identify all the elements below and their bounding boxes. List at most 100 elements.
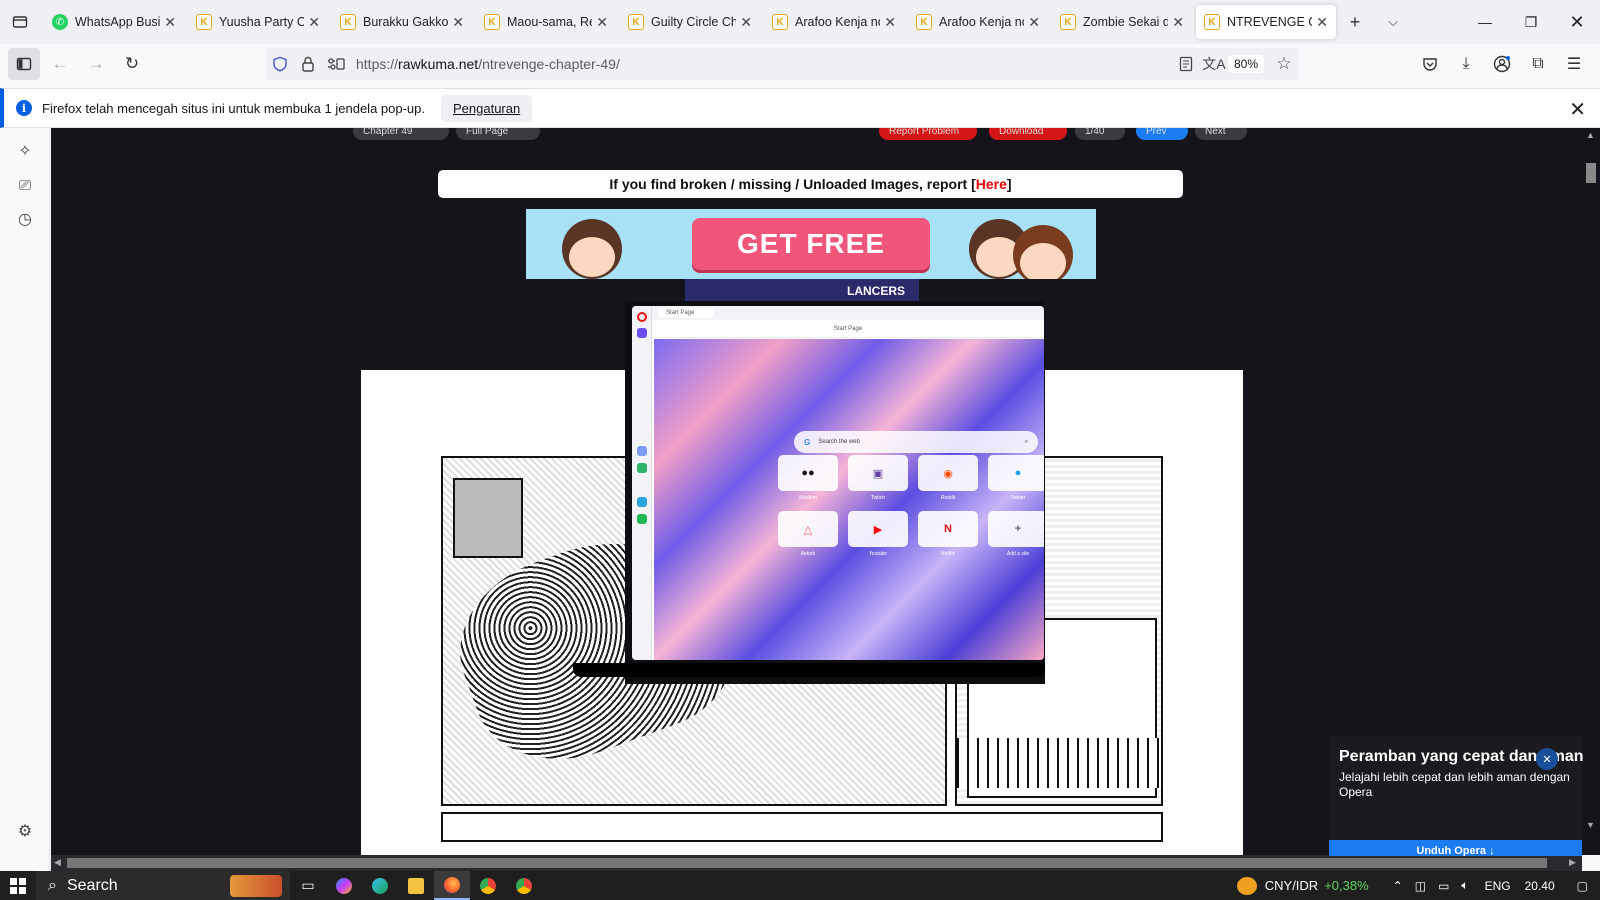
tab-6[interactable]: K Arafoo Kenja no Isekai ✕ xyxy=(908,5,1048,39)
tab-close-icon[interactable]: ✕ xyxy=(1028,14,1040,31)
opera-screen: Start Page Start Page G Search the web ⌕… xyxy=(632,306,1044,660)
prev-chapter-button[interactable]: Prev xyxy=(1136,128,1188,140)
volume-icon[interactable]: 🔈︎ xyxy=(1461,878,1468,893)
permissions-icon[interactable] xyxy=(322,57,350,71)
horizontal-scrollbar[interactable]: ◀ ▶ xyxy=(51,855,1582,871)
taskbar-edge[interactable] xyxy=(362,871,398,900)
sidebar-synced-tabs-button[interactable]: ⎚ xyxy=(0,168,50,202)
tracking-protection-icon[interactable] xyxy=(266,56,294,72)
tab-close-icon[interactable]: ✕ xyxy=(1172,14,1184,31)
next-chapter-button[interactable]: Next xyxy=(1195,128,1247,140)
sidebar-history-button[interactable]: ◷ xyxy=(0,202,50,236)
firefox-icon xyxy=(444,876,460,893)
tab-close-icon[interactable]: ✕ xyxy=(164,14,176,31)
clock[interactable]: 20.40 xyxy=(1525,879,1555,893)
new-tab-button[interactable]: + xyxy=(1336,5,1374,39)
speed-dial-icon: ●● xyxy=(801,467,815,479)
report-banner: If you find broken / missing / Unloaded … xyxy=(438,170,1183,198)
sidebar-toggle-button[interactable] xyxy=(8,48,40,80)
ad-get-free-button[interactable]: GET FREE xyxy=(692,218,930,270)
tab-7[interactable]: K Zombie Sekai de ✕ xyxy=(1052,5,1192,39)
taskbar-chrome[interactable] xyxy=(470,871,506,900)
tab-4[interactable]: K Guilty Circle Chapter✕ xyxy=(620,5,760,39)
forward-button[interactable]: → xyxy=(80,48,112,80)
tab-title: Yuusha Party O Oidasareta xyxy=(219,15,305,29)
opera-popup-download-button[interactable]: Unduh Opera ↓ xyxy=(1329,840,1582,856)
meet-now-icon[interactable]: ◫ xyxy=(1415,879,1426,893)
list-all-tabs-button[interactable]: ⌵ xyxy=(1374,5,1412,39)
tab-close-icon[interactable]: ✕ xyxy=(596,14,608,31)
tab-title: Zombie Sekai de xyxy=(1083,15,1169,29)
translate-icon[interactable]: 文A xyxy=(1200,54,1228,74)
horizontal-scroll-thumb[interactable] xyxy=(67,858,1547,868)
bookmark-star-icon[interactable]: ☆ xyxy=(1270,54,1298,74)
rawkuma-icon: K xyxy=(196,14,212,30)
language-indicator[interactable]: ENG xyxy=(1485,879,1511,893)
opera-popup-subtitle: Jelajahi lebih cepat dan lebih aman deng… xyxy=(1339,770,1570,799)
back-button[interactable]: ← xyxy=(44,48,76,80)
tab-close-icon[interactable]: ✕ xyxy=(308,14,320,31)
reload-button[interactable]: ↻ xyxy=(116,48,148,80)
vertical-scrollbar[interactable]: ▲ ▼ xyxy=(1582,128,1600,855)
zoom-reset-button[interactable]: 80% xyxy=(1227,55,1264,73)
extensions-button[interactable]: ⧉ xyxy=(1520,48,1556,80)
tab-close-icon[interactable]: ✕ xyxy=(1316,14,1328,31)
taskbar-file-explorer[interactable] xyxy=(398,871,434,900)
currency-pair[interactable]: CNY/IDR xyxy=(1265,878,1318,893)
downloads-button[interactable]: ⤓ xyxy=(1448,48,1484,80)
reading-mode-select[interactable]: Full Page xyxy=(456,128,540,140)
notification-close-button[interactable]: ✕ xyxy=(1569,97,1586,122)
taskbar-task-view[interactable]: ▭ xyxy=(290,871,326,900)
game-advert-banner[interactable]: GET FREE xyxy=(526,209,1096,279)
vertical-scroll-thumb[interactable] xyxy=(1586,163,1596,183)
opera-popup-close-button[interactable]: ✕ xyxy=(1536,748,1558,770)
sidebar-settings-button[interactable]: ⚙ xyxy=(0,814,50,848)
restore-button[interactable]: ❐ xyxy=(1508,0,1554,44)
lock-icon[interactable] xyxy=(294,56,322,72)
tab-0[interactable]: ✆ WhatsApp Business✕ xyxy=(44,5,184,39)
network-icon[interactable]: ▭ xyxy=(1438,879,1449,893)
opera-laptop-advert[interactable]: Start Page Start Page G Search the web ⌕… xyxy=(573,301,1045,684)
taskbar-chrome-2[interactable] xyxy=(506,871,542,900)
pocket-button[interactable] xyxy=(1412,48,1448,80)
taskbar-copilot[interactable] xyxy=(326,871,362,900)
tab-close-icon[interactable]: ✕ xyxy=(740,14,752,31)
tab-2[interactable]: K Burakku Gakkou ni✕ xyxy=(332,5,472,39)
tab-1[interactable]: K Yuusha Party O Oidasareta✕ xyxy=(188,5,328,39)
notification-settings-button[interactable]: Pengaturan xyxy=(441,94,533,122)
sidebar-ai-chatbot-button[interactable]: ✧ xyxy=(0,134,50,168)
url-text[interactable]: https://rawkuma.net/ntrevenge-chapter-49… xyxy=(356,56,1172,72)
account-button[interactable] xyxy=(1484,48,1520,80)
reader-view-icon[interactable] xyxy=(1172,56,1200,72)
rawkuma-icon: K xyxy=(1204,14,1220,30)
speed-dial-label: Twitter xyxy=(1010,495,1026,501)
app-menu-button[interactable]: ☰ xyxy=(1556,48,1592,80)
tab-8[interactable]: K NTREVENGE Chapter 49 ✕ xyxy=(1196,5,1336,39)
lancers-banner[interactable]: LANCERS xyxy=(685,279,919,303)
firefox-view-button[interactable] xyxy=(0,0,40,44)
tab-5[interactable]: K Arafoo Kenja no Isekai ✕ xyxy=(764,5,904,39)
tab-close-icon[interactable]: ✕ xyxy=(452,14,464,31)
chapter-select[interactable]: Chapter 49 xyxy=(353,128,449,140)
tab-close-icon[interactable]: ✕ xyxy=(884,14,896,31)
start-button[interactable] xyxy=(0,871,36,900)
address-bar[interactable]: https://rawkuma.net/ntrevenge-chapter-49… xyxy=(266,48,1298,80)
taskbar-firefox[interactable] xyxy=(434,871,470,900)
minimize-button[interactable]: — xyxy=(1462,0,1508,44)
minimize-icon: — xyxy=(1478,14,1492,30)
prev-label: Prev xyxy=(1146,128,1167,137)
chevron-up-icon[interactable]: ⌃ xyxy=(1393,879,1403,893)
notification-center-icon[interactable]: ▢ xyxy=(1577,879,1588,893)
taskbar-search-box[interactable]: ⌕ Search xyxy=(36,871,290,900)
tab-3[interactable]: K Maou-sama, Retry! ✕ xyxy=(476,5,616,39)
close-window-button[interactable]: ✕ xyxy=(1554,0,1600,44)
info-icon: i xyxy=(16,100,32,116)
page-select[interactable]: 1/40 xyxy=(1075,128,1125,140)
opera-popup-ad[interactable]: Peramban yang cepat dan aman ✕ Jelajahi … xyxy=(1329,736,1584,856)
report-here-link[interactable]: Here xyxy=(976,176,1007,192)
report-problem-button[interactable]: Report Problem xyxy=(879,128,977,140)
download-button[interactable]: Download xyxy=(989,128,1067,140)
tab-strip: ✆WhatsApp Business✕ K Yuusha Party O Oidas… xyxy=(0,0,1600,44)
scroll-right-icon: ▶ xyxy=(1569,857,1576,867)
firefox-view-icon xyxy=(12,16,28,28)
